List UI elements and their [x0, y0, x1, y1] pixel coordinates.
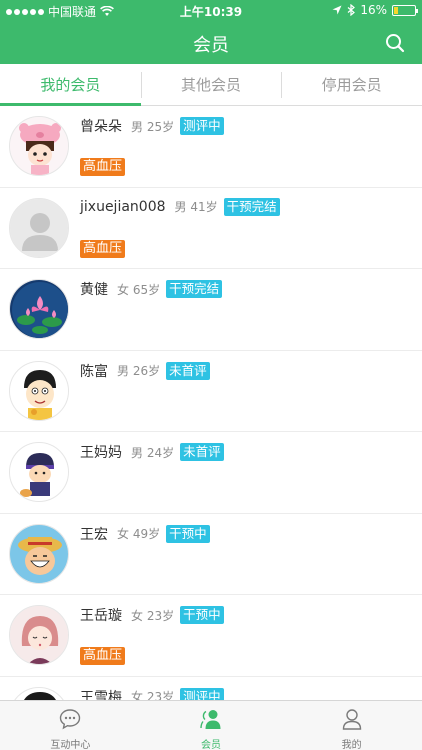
- location-arrow-icon: [332, 5, 342, 15]
- member-meta: 女 23岁: [131, 608, 175, 623]
- member-name: 王宏: [80, 526, 108, 543]
- member-name: 陈富: [80, 363, 108, 380]
- member-row[interactable]: 王宏 女 49岁 干预中: [0, 514, 422, 595]
- member-name: 王雪梅: [80, 689, 122, 701]
- status-badge: 未首评: [180, 443, 224, 461]
- member-info: 王岳璇 女 23岁 干预中: [80, 605, 224, 625]
- avatar-dark-hair-girl: [9, 686, 69, 700]
- member-meta: 男 26岁: [117, 364, 161, 378]
- avatar-ninja-boy: [9, 442, 69, 502]
- status-badge: 干预中: [180, 606, 224, 624]
- member-meta: 男 25岁: [131, 119, 175, 134]
- member-meta: 女 23岁: [131, 690, 175, 700]
- chat-bubble-icon: [60, 709, 81, 730]
- bottom-tab-bar: 互动中心 会员 我的: [0, 700, 422, 750]
- member-info: 王妈妈 男 24岁 未首评: [80, 442, 224, 462]
- member-row[interactable]: 黄健 女 65岁 干预完结: [0, 269, 422, 351]
- search-icon[interactable]: [384, 32, 406, 54]
- avatar-cartoon-boy: [9, 360, 69, 421]
- status-badge: 测评中: [180, 687, 224, 700]
- battery-percent: 16%: [360, 3, 387, 17]
- condition-tag: 高血压: [80, 647, 126, 665]
- member-info: jixuejian008 男 41岁 干预完结: [80, 197, 280, 216]
- tab-other-members[interactable]: 其他会员: [140, 64, 282, 105]
- avatar-default-person: [9, 197, 69, 258]
- member-info: 黄健 女 65岁 干预完结: [80, 279, 223, 299]
- profile-icon: [342, 709, 361, 730]
- status-badge: 干预完结: [223, 197, 280, 216]
- tabbar-item-interaction[interactable]: 互动中心: [0, 701, 141, 750]
- avatar-straw-hat: [9, 523, 69, 584]
- page-title: 会员: [193, 35, 229, 56]
- member-row[interactable]: 陈富 男 26岁 未首评: [0, 351, 422, 432]
- app-header: 中国联通 上午10:39 16% 会员: [0, 0, 422, 64]
- tabbar-item-mine[interactable]: 我的: [281, 701, 422, 750]
- member-name: 曾朵朵: [80, 119, 122, 135]
- member-name: 王妈妈: [80, 445, 122, 461]
- tabbar-label: 我的: [341, 740, 362, 750]
- avatar-pink-hair-girl: [9, 605, 69, 665]
- status-badge: 测评中: [180, 117, 224, 135]
- member-meta: 女 49岁: [117, 527, 161, 541]
- condition-tag: 高血压: [80, 158, 126, 176]
- tab-disabled-members[interactable]: 停用会员: [281, 64, 422, 105]
- tabbar-label: 互动中心: [50, 740, 91, 750]
- member-name: 王岳璇: [80, 608, 122, 624]
- member-meta: 男 24岁: [131, 445, 175, 460]
- member-row[interactable]: 曾朵朵 男 25岁 测评中 高血压: [0, 106, 422, 188]
- members-icon: [200, 710, 221, 729]
- status-badge: 干预完结: [166, 280, 223, 298]
- battery-icon: [392, 4, 418, 16]
- member-name: 黄健: [80, 282, 108, 298]
- condition-tag: 高血压: [80, 239, 126, 258]
- member-info: 陈富 男 26岁 未首评: [80, 361, 210, 381]
- member-name: jixuejian008: [80, 198, 166, 215]
- bluetooth-icon: [347, 4, 356, 16]
- member-info: 王宏 女 49岁 干预中: [80, 524, 210, 544]
- member-info: 王雪梅 女 23岁 测评中: [80, 687, 224, 701]
- member-row[interactable]: jixuejian008 男 41岁 干预完结 高血压: [0, 188, 422, 269]
- member-row[interactable]: 王雪梅 女 23岁 测评中: [0, 677, 422, 701]
- member-row[interactable]: 王妈妈 男 24岁 未首评: [0, 432, 422, 514]
- member-tabs: 我的会员 其他会员 停用会员: [0, 64, 422, 106]
- tabbar-item-members[interactable]: 会员: [141, 701, 282, 750]
- status-bar: 中国联通 上午10:39 16%: [0, 0, 422, 22]
- tab-my-members[interactable]: 我的会员: [0, 64, 141, 106]
- avatar-lotus: [9, 279, 69, 339]
- status-badge: 干预中: [166, 524, 210, 543]
- member-meta: 女 65岁: [117, 282, 161, 297]
- member-info: 曾朵朵 男 25岁 测评中: [80, 116, 224, 136]
- status-badge: 未首评: [166, 361, 210, 380]
- member-list: 曾朵朵 男 25岁 测评中 高血压 jixuejian008 男 41岁 干预完…: [0, 106, 422, 700]
- avatar-pig-hat-girl: [9, 116, 69, 176]
- member-row[interactable]: 王岳璇 女 23岁 干预中 高血压: [0, 595, 422, 677]
- status-right: 16%: [332, 3, 418, 17]
- tabbar-label: 会员: [201, 740, 221, 750]
- member-meta: 男 41岁: [174, 200, 218, 214]
